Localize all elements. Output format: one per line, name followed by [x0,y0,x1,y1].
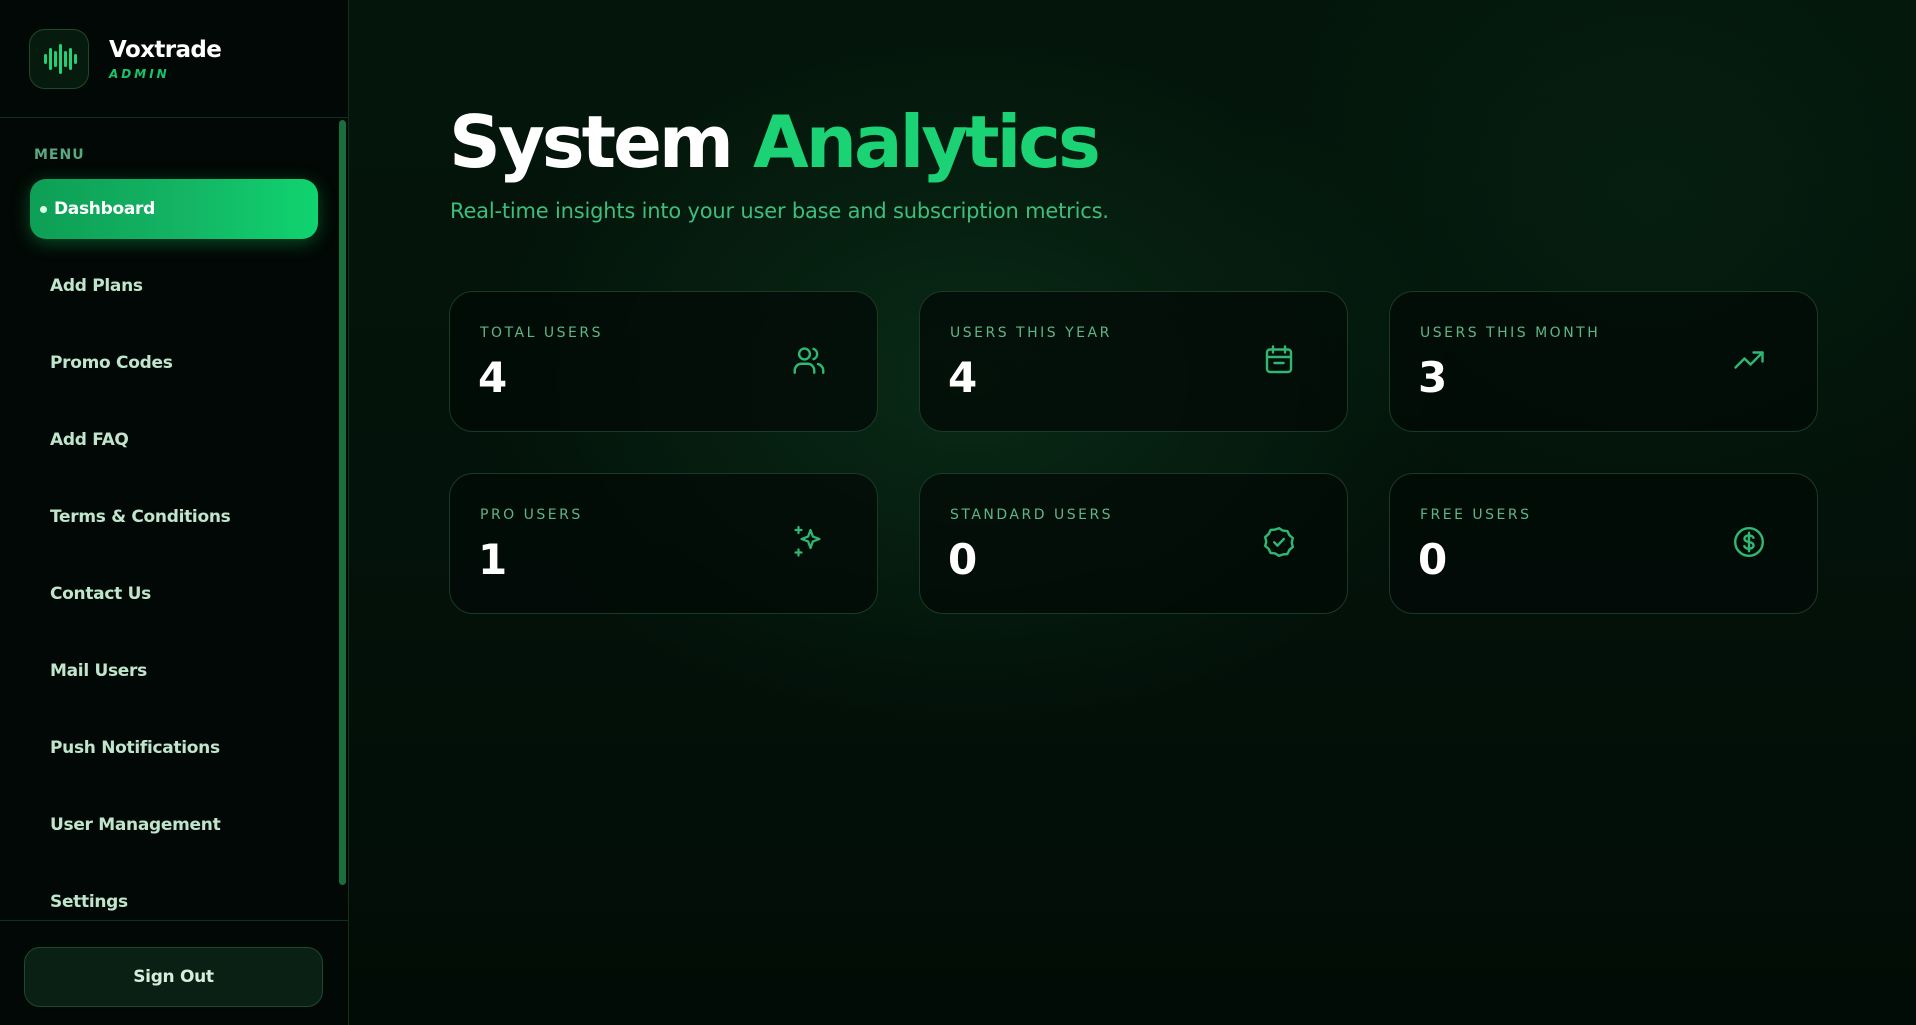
calendar-icon [1261,342,1297,378]
stat-card-total-users: TOTAL USERS 4 [449,291,878,432]
sidebar-item-label: Dashboard [54,199,155,219]
sidebar-item-push-notifications[interactable]: Push Notifications [50,738,220,758]
sidebar-item-mail-users[interactable]: Mail Users [50,661,147,681]
brand-subtitle: ADMIN [109,66,170,81]
sidebar-item-contact-us[interactable]: Contact Us [50,584,151,604]
trending-up-icon [1731,342,1767,378]
users-icon [791,342,827,378]
stat-value: 4 [948,353,978,402]
stat-card-free-users: FREE USERS 0 [1389,473,1818,614]
dollar-circle-icon [1731,524,1767,560]
app-root: Voxtrade ADMIN MENU Dashboard Add Plans … [0,0,1916,1025]
page-title: System Analytics [449,100,1101,184]
brand-text: Voxtrade ADMIN [109,36,222,81]
sidebar-footer: Sign Out [0,920,348,1025]
stat-card-users-this-month: USERS THIS MONTH 3 [1389,291,1818,432]
sidebar-item-terms[interactable]: Terms & Conditions [50,507,231,527]
page-title-part1: System [449,100,734,184]
stat-value: 3 [1418,353,1448,402]
stat-label: USERS THIS MONTH [1420,325,1601,341]
stat-label: FREE USERS [1420,507,1532,523]
page-title-part2: Analytics [753,100,1101,184]
stat-card-users-this-year: USERS THIS YEAR 4 [919,291,1348,432]
menu-label: MENU [34,147,85,163]
main-content: System Analytics Real-time insights into… [349,0,1916,1025]
active-dot-icon [40,205,47,213]
brand-name: Voxtrade [109,36,222,63]
stat-label: PRO USERS [480,507,583,523]
stat-card-standard-users: STANDARD USERS 0 [919,473,1348,614]
waveform-icon[interactable] [29,28,89,89]
stat-label: STANDARD USERS [950,507,1114,523]
sparkles-icon [791,524,827,560]
stat-value: 4 [478,353,508,402]
brand-header: Voxtrade ADMIN [0,0,348,118]
sidebar-item-add-faq[interactable]: Add FAQ [50,430,129,450]
stat-value: 1 [478,535,508,584]
stat-label: USERS THIS YEAR [950,325,1112,341]
page-subtitle: Real-time insights into your user base a… [450,199,1109,223]
sidebar-item-settings[interactable]: Settings [50,892,128,912]
stat-label: TOTAL USERS [480,325,603,341]
badge-check-icon [1261,524,1297,560]
stat-value: 0 [1418,535,1448,584]
stat-card-pro-users: PRO USERS 1 [449,473,878,614]
stat-value: 0 [948,535,978,584]
sign-out-button[interactable]: Sign Out [24,947,323,1007]
sidebar-item-add-plans[interactable]: Add Plans [50,276,143,296]
sidebar-item-user-management[interactable]: User Management [50,815,221,835]
sidebar-item-promo-codes[interactable]: Promo Codes [50,353,173,373]
sidebar-scrollbar[interactable] [339,120,346,885]
sidebar: Voxtrade ADMIN MENU Dashboard Add Plans … [0,0,349,1025]
sidebar-item-dashboard[interactable]: Dashboard [30,179,318,239]
